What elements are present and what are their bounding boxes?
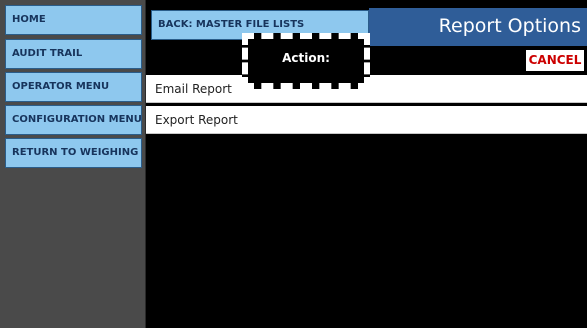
sidebar-item-configuration-menu[interactable]: CONFIGURATION MENU: [5, 105, 142, 135]
sidebar-item-audit-trail[interactable]: AUDIT TRAIL: [5, 39, 142, 69]
list-item-export-report[interactable]: Export Report: [146, 106, 587, 134]
sidebar-item-home[interactable]: HOME: [5, 5, 142, 35]
action-label: Action:: [282, 51, 330, 65]
cancel-button[interactable]: CANCEL: [526, 50, 584, 71]
page-title: Report Options: [438, 15, 581, 37]
title-bar: Report Options: [369, 8, 587, 46]
sidebar-item-return-to-weighing[interactable]: RETURN TO WEIGHING: [5, 138, 142, 168]
action-popup[interactable]: Action:: [242, 33, 370, 89]
sidebar: HOME AUDIT TRAIL OPERATOR MENU CONFIGURA…: [0, 0, 146, 328]
sidebar-item-operator-menu[interactable]: OPERATOR MENU: [5, 72, 142, 102]
